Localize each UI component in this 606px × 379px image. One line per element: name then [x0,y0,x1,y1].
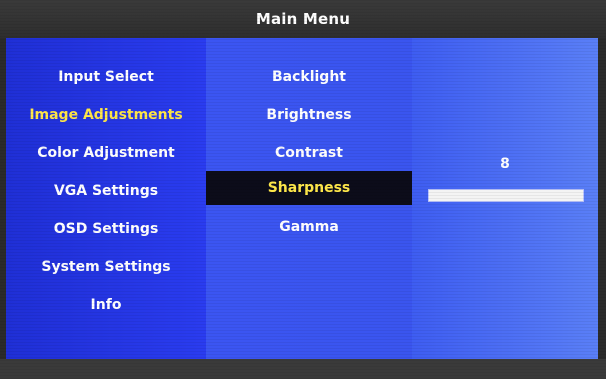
value-panel: 8 [412,38,598,359]
sharpness-value: 8 [500,156,510,172]
main-menu-panel: Input Select Image Adjustments Color Adj… [6,38,206,359]
menu-title: Main Menu [0,0,606,38]
sub-menu-item-gamma[interactable]: Gamma [206,210,412,244]
sharpness-slider-fill [429,190,583,201]
sub-menu-panel: Backlight Brightness Contrast Sharpness … [206,38,412,359]
main-menu-item-osd-settings[interactable]: OSD Settings [6,212,206,246]
main-menu-item-image-adjustments[interactable]: Image Adjustments [6,98,206,132]
main-menu-item-info[interactable]: Info [6,288,206,322]
main-menu-item-input-select[interactable]: Input Select [6,60,206,94]
sharpness-slider[interactable] [428,189,584,202]
main-menu-item-vga-settings[interactable]: VGA Settings [6,174,206,208]
bottom-bar [0,359,606,379]
sub-menu-item-sharpness[interactable]: Sharpness [206,171,412,205]
sub-menu-item-contrast[interactable]: Contrast [206,136,412,170]
sub-menu-item-backlight[interactable]: Backlight [206,60,412,94]
main-menu-item-color-adjustment[interactable]: Color Adjustment [6,136,206,170]
sub-menu-item-brightness[interactable]: Brightness [206,98,412,132]
main-menu-item-system-settings[interactable]: System Settings [6,250,206,284]
osd-window: Main Menu Input Select Image Adjustments… [0,0,606,379]
